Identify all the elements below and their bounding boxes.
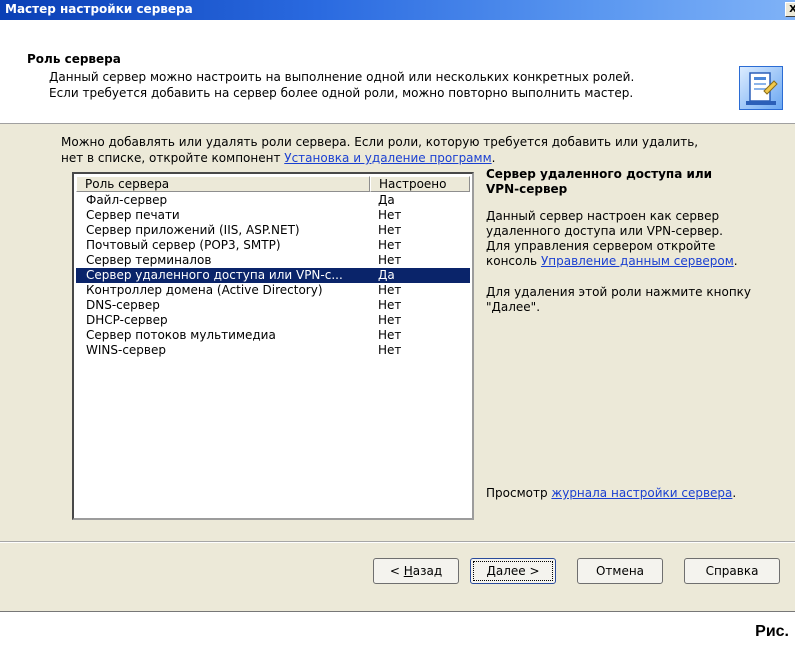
help-button[interactable]: Справка <box>684 558 780 584</box>
page-description-line: Если требуется добавить на сервер более … <box>49 86 634 100</box>
column-header-role[interactable]: Роль сервера <box>76 176 370 192</box>
list-item[interactable]: DNS-сервер Нет <box>76 298 470 313</box>
role-name: Файл-сервер <box>86 193 168 207</box>
role-configured: Нет <box>378 208 402 222</box>
remove-role-line: "Далее". <box>486 300 541 314</box>
manage-server-link[interactable]: Управление данным сервером <box>541 254 734 268</box>
role-description-title: Сервер удаленного доступа или VPN-сервер <box>486 167 786 197</box>
add-remove-programs-link[interactable]: Установка и удаление программ <box>284 151 491 165</box>
role-description: Сервер удаленного доступа или VPN-сервер… <box>486 167 786 315</box>
role-configured: Нет <box>378 313 402 327</box>
wizard-window: Мастер настройки сервера X Роль сервера … <box>0 0 795 612</box>
role-name: Сервер потоков мультимедиа <box>86 328 276 342</box>
role-name: Сервер приложений (IIS, ASP.NET) <box>86 223 300 237</box>
role-configured: Нет <box>378 283 402 297</box>
next-accel: Д <box>486 564 496 578</box>
wizard-header: Роль сервера Данный сервер можно настрои… <box>0 20 795 124</box>
role-description-line: консоль Управление данным сервером. <box>486 254 786 269</box>
close-button[interactable]: X <box>785 2 795 17</box>
remove-role-line: Для удаления этой роли нажмите кнопку <box>486 285 752 299</box>
role-configured: Нет <box>378 223 402 237</box>
role-name: DNS-сервер <box>86 298 160 312</box>
page-description: Данный сервер можно настроить на выполне… <box>49 69 634 101</box>
log-suffix: . <box>732 486 737 500</box>
column-header-configured[interactable]: Настроено <box>370 176 470 192</box>
log-prefix: Просмотр <box>486 486 552 500</box>
cancel-button[interactable]: Отмена <box>577 558 663 584</box>
role-configured: Нет <box>378 253 402 267</box>
page-title: Роль сервера <box>27 52 121 66</box>
role-configured: Да <box>378 193 395 207</box>
list-item[interactable]: Файл-сервер Да <box>76 193 470 208</box>
list-item[interactable]: Почтовый сервер (POP3, SMTP) Нет <box>76 238 470 253</box>
intro-line: Можно добавлять или удалять роли сервера… <box>61 135 699 149</box>
wizard-server-icon <box>739 66 783 110</box>
back-label: азад <box>412 564 443 578</box>
intro-line: нет в списке, откройте компонент Установ… <box>61 150 698 166</box>
title-bar[interactable]: Мастер настройки сервера X <box>0 0 795 20</box>
console-suffix: . <box>733 254 738 268</box>
role-name: Сервер терминалов <box>86 253 212 267</box>
log-text: Просмотр журнала настройки сервера. <box>486 486 736 500</box>
list-item[interactable]: Сервер терминалов Нет <box>76 253 470 268</box>
list-item[interactable]: WINS-сервер Нет <box>76 343 470 358</box>
role-description-title-line: VPN-сервер <box>486 182 568 196</box>
role-name: Контроллер домена (Active Directory) <box>86 283 323 297</box>
role-name: Сервер печати <box>86 208 180 222</box>
next-button[interactable]: Далее > <box>470 558 556 584</box>
intro-suffix: . <box>491 151 496 165</box>
role-configured: Да <box>378 268 395 282</box>
server-config-log-link[interactable]: журнала настройки сервера <box>551 486 732 500</box>
server-roles-list[interactable]: Роль сервера Настроено Файл-сервер Да Серв… <box>72 172 474 520</box>
role-configured: Нет <box>378 328 402 342</box>
next-label: алее > <box>495 564 540 578</box>
list-item[interactable]: DHCP-сервер Нет <box>76 313 470 328</box>
back-accel: Н <box>403 564 413 578</box>
role-name: WINS-сервер <box>86 343 166 357</box>
role-description-text: Данный сервер настроен как сервер удален… <box>486 209 786 269</box>
role-name: DHCP-сервер <box>86 313 168 327</box>
role-description-line: Для управления сервером откройте <box>486 239 716 253</box>
figure-caption: Рис. <box>755 623 789 640</box>
list-item[interactable]: Сервер потоков мультимедиа Нет <box>76 328 470 343</box>
intro-prefix: нет в списке, откройте компонент <box>61 151 285 165</box>
list-item[interactable]: Сервер печати Нет <box>76 208 470 223</box>
remove-role-text: Для удаления этой роли нажмите кнопку "Д… <box>486 285 786 315</box>
list-rows: Файл-сервер Да Сервер печати Нет Сервер прил… <box>76 193 470 358</box>
back-button[interactable]: < Назад <box>373 558 459 584</box>
list-item[interactable]: Контроллер домена (Active Directory) Нет <box>76 283 470 298</box>
window-title: Мастер настройки сервера <box>5 2 193 16</box>
list-header: Роль сервера Настроено <box>76 176 470 192</box>
role-configured: Нет <box>378 238 402 252</box>
back-arrow: < <box>389 564 404 578</box>
role-configured: Нет <box>378 298 402 312</box>
list-item[interactable]: Сервер приложений (IIS, ASP.NET) Нет <box>76 223 470 238</box>
page-description-line: Данный сервер можно настроить на выполне… <box>49 70 635 84</box>
role-name: Почтовый сервер (POP3, SMTP) <box>86 238 281 252</box>
role-configured: Нет <box>378 343 402 357</box>
role-name: Сервер удаленного доступа или VPN-с... <box>86 268 343 282</box>
intro-text: Можно добавлять или удалять роли сервера… <box>61 134 698 166</box>
list-item[interactable]: Сервер удаленного доступа или VPN-с... Да <box>76 268 470 283</box>
role-description-title-line: Сервер удаленного доступа или <box>486 167 713 181</box>
role-description-line: Данный сервер настроен как сервер <box>486 209 720 223</box>
role-description-line: удаленного доступа или VPN-сервер. <box>486 224 723 238</box>
console-prefix: консоль <box>486 254 541 268</box>
button-separator <box>0 541 795 543</box>
